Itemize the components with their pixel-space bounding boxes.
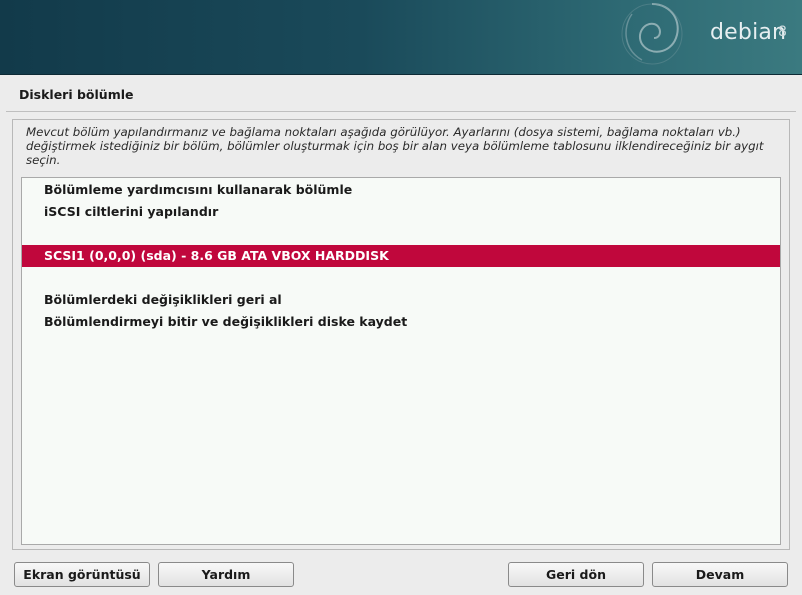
list-item-undo-changes[interactable]: Bölümlerdeki değişiklikleri geri al [22, 289, 780, 311]
list-item-configure-iscsi[interactable]: iSCSI ciltlerini yapılandır [22, 201, 780, 223]
instruction-text: Mevcut bölüm yapılandırmanız ve bağlama … [26, 125, 764, 167]
debian-wordmark: debian [710, 20, 787, 45]
continue-button[interactable]: Devam [652, 562, 788, 587]
screenshot-button[interactable]: Ekran görüntüsü [14, 562, 150, 587]
page-title: Diskleri bölümle [19, 87, 134, 102]
list-item-disk-sda[interactable]: SCSI1 (0,0,0) (sda) - 8.6 GB ATA VBOX HA… [22, 245, 780, 267]
help-button[interactable]: Yardım [158, 562, 294, 587]
back-button[interactable]: Geri dön [508, 562, 644, 587]
title-divider [6, 111, 796, 112]
list-item-finish-partitioning[interactable]: Bölümlendirmeyi bitir ve değişiklikleri … [22, 311, 780, 333]
list-item-blank-2[interactable] [22, 267, 780, 289]
list-item-guided-partitioning[interactable]: Bölümleme yardımcısını kullanarak bölüml… [22, 179, 780, 201]
debian-banner: debian 8 [0, 0, 802, 75]
debian-version: 8 [778, 24, 787, 40]
debian-swirl-logo [621, 3, 683, 65]
list-item-blank[interactable] [22, 223, 780, 245]
partition-list[interactable]: Bölümleme yardımcısını kullanarak bölüml… [21, 177, 781, 545]
